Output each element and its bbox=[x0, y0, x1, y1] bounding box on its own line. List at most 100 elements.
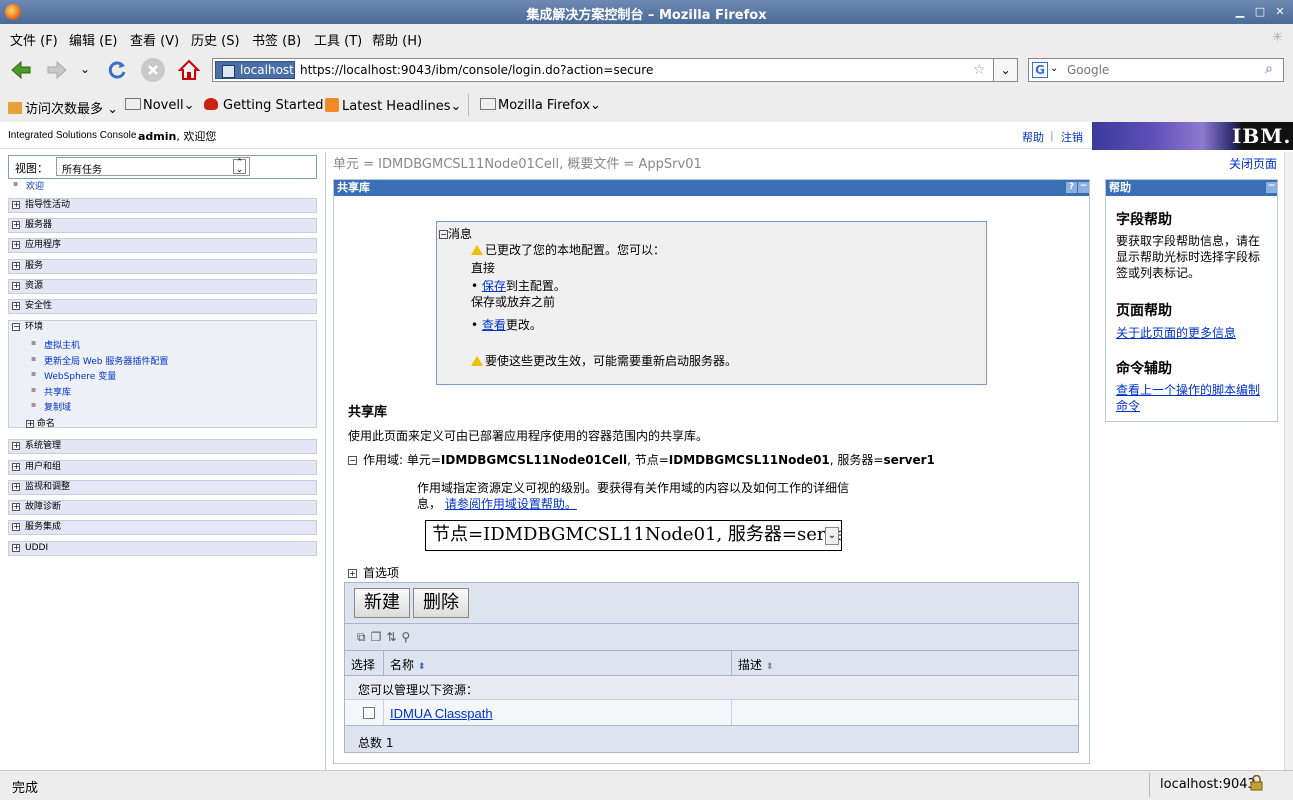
bookmark-most-visited[interactable]: 访问次数最多 ⌄ bbox=[8, 98, 118, 117]
scope-select[interactable]: 节点=IDMDBGMCSL11Node01, 服务器=server1 ⌄ bbox=[425, 520, 842, 551]
menu-bookmarks[interactable]: 书签 (B) bbox=[252, 30, 301, 49]
save-link[interactable]: 保存 bbox=[482, 279, 506, 293]
menu-edit[interactable]: 编辑 (E) bbox=[69, 30, 118, 49]
bookmark-star-icon[interactable]: ☆ bbox=[973, 62, 986, 78]
page-help-link[interactable]: 关于此页面的更多信息 bbox=[1116, 324, 1236, 341]
menu-tools[interactable]: 工具 (T) bbox=[314, 30, 362, 49]
menu-help[interactable]: 帮助 (H) bbox=[372, 30, 422, 49]
bookmark-getting-started[interactable]: Getting Started bbox=[204, 98, 324, 113]
close-icon[interactable]: ✕ bbox=[1274, 6, 1286, 18]
select-all-icon[interactable]: ⧉ bbox=[357, 630, 371, 644]
left-nav: 视图： 所有任务⌃⌄ 欢迎 +指导性活动 +服务器 +应用程序 +服务 +资源 … bbox=[0, 152, 325, 770]
expand-icon: + bbox=[12, 220, 20, 229]
nav-item-guided-activities[interactable]: + 指导性活动 bbox=[8, 198, 317, 213]
nav-welcome[interactable]: 欢迎 bbox=[13, 179, 44, 192]
panel-help-icon[interactable]: ? bbox=[1066, 182, 1077, 193]
engine-dropdown-icon[interactable]: ⌄ bbox=[1050, 63, 1058, 74]
row-name-link[interactable]: IDMUA Classpath bbox=[390, 706, 493, 721]
bookmark-latest-headlines[interactable]: Latest Headlines⌄ bbox=[325, 98, 461, 114]
collection-table: 新建 删除 ⧉❐⇅⚲ 选择 名称 ⬍ 描述 ⬍ 您可以管理以下资源： IDMUA… bbox=[344, 582, 1079, 753]
delete-button[interactable]: 删除 bbox=[413, 588, 469, 618]
minimize-icon[interactable]: ▁ bbox=[1234, 6, 1246, 18]
search-icon[interactable]: ⌕ bbox=[1265, 61, 1273, 77]
new-button[interactable]: 新建 bbox=[354, 588, 410, 618]
nav-item-troubleshooting[interactable]: + 故障诊断 bbox=[8, 500, 317, 515]
nav-item-applications[interactable]: + 应用程序 bbox=[8, 238, 317, 253]
lock-icon[interactable] bbox=[1250, 774, 1263, 791]
back-icon[interactable] bbox=[9, 58, 33, 82]
nav-websphere-variables[interactable]: WebSphere 变量 bbox=[31, 369, 116, 382]
preferences-toggle[interactable]: + 首选项 bbox=[348, 564, 399, 581]
forward-icon[interactable] bbox=[45, 58, 69, 82]
review-link[interactable]: 查看 bbox=[482, 318, 506, 332]
panel-minimize-icon[interactable]: − bbox=[1078, 182, 1089, 193]
status-host[interactable]: localhost:9043 bbox=[1160, 777, 1256, 792]
expand-icon: + bbox=[12, 502, 20, 511]
folder-icon bbox=[125, 98, 141, 110]
url-text[interactable]: https://localhost:9043/ibm/console/login… bbox=[300, 63, 653, 77]
scope-help-link[interactable]: 请参阅作用域设置帮助。 bbox=[445, 497, 577, 511]
expand-icon: + bbox=[12, 462, 20, 471]
header-divider: | bbox=[1050, 129, 1054, 142]
menu-bar: 文件 (F) 编辑 (E) 查看 (V) 历史 (S) 书签 (B) 工具 (T… bbox=[0, 24, 1293, 50]
close-page-link[interactable]: 关闭页面 bbox=[1229, 155, 1277, 172]
google-engine-icon[interactable]: G bbox=[1032, 62, 1048, 78]
help-minimize-icon[interactable]: − bbox=[1266, 182, 1277, 193]
bookmark-mozilla-firefox[interactable]: Mozilla Firefox⌄ bbox=[480, 98, 601, 113]
menu-file[interactable]: 文件 (F) bbox=[10, 30, 58, 49]
deselect-all-icon[interactable]: ❐ bbox=[371, 630, 387, 644]
command-assist-heading: 命令辅助 bbox=[1116, 361, 1172, 377]
reload-icon[interactable] bbox=[105, 58, 129, 82]
stop-icon[interactable] bbox=[141, 58, 165, 82]
ibm-logo: IBM. bbox=[1232, 124, 1292, 148]
row-checkbox[interactable] bbox=[363, 707, 375, 719]
show-filter-icon[interactable]: ⇅ bbox=[386, 630, 401, 644]
nav-item-uddi[interactable]: + UDDI bbox=[8, 541, 317, 556]
nav-virtual-hosts[interactable]: 虚拟主机 bbox=[31, 338, 80, 351]
page-scrollbar[interactable] bbox=[1284, 152, 1293, 770]
col-name[interactable]: 名称 ⬍ bbox=[390, 656, 425, 673]
message-box: −消息 已更改了您的本地配置。您可以： 直接 • 保存到主配置。 保存或放弃之前… bbox=[436, 221, 987, 385]
nav-replication-domains[interactable]: 复制域 bbox=[31, 400, 71, 413]
search-input[interactable] bbox=[1067, 61, 1257, 79]
bookmarks-toolbar: 访问次数最多 ⌄ Novell⌄ Getting Started Latest … bbox=[0, 90, 1293, 122]
expand-icon: + bbox=[12, 441, 20, 450]
maximize-icon[interactable]: □ bbox=[1254, 6, 1266, 18]
col-select: 选择 bbox=[351, 658, 376, 672]
nav-item-service-integration[interactable]: + 服务集成 bbox=[8, 520, 317, 535]
col-description[interactable]: 描述 ⬍ bbox=[738, 656, 773, 673]
page-content: Integrated Solutions Console admin, 欢迎您 … bbox=[0, 122, 1293, 770]
nav-naming[interactable]: + 命名 bbox=[26, 416, 55, 429]
nav-item-servers[interactable]: + 服务器 bbox=[8, 218, 317, 233]
nav-shared-libraries[interactable]: 共享库 bbox=[31, 385, 71, 398]
bookmark-novell[interactable]: Novell⌄ bbox=[125, 98, 195, 113]
clear-filter-icon[interactable]: ⚲ bbox=[401, 630, 415, 644]
nav-item-system-admin[interactable]: + 系统管理 bbox=[8, 439, 317, 454]
nav-item-services[interactable]: + 服务 bbox=[8, 259, 317, 274]
status-bar: 完成 localhost:9043 bbox=[0, 770, 1293, 800]
scope-description: 作用域指定资源定义可视的级别。要获得有关作用域的内容以及如何工作的详细信 bbox=[417, 481, 850, 495]
command-assist-link[interactable]: 查看上一个操作的脚本编制命令 bbox=[1116, 382, 1271, 414]
header-logout-link[interactable]: 注销 bbox=[1061, 129, 1083, 145]
menu-history[interactable]: 历史 (S) bbox=[191, 30, 240, 49]
view-selector[interactable]: 视图： 所有任务 ⌃ ⌄ bbox=[8, 155, 317, 179]
url-dropdown-icon[interactable]: ⌄ bbox=[993, 58, 1018, 82]
view-dropdown[interactable]: 所有任务 ⌃ ⌄ bbox=[56, 157, 250, 176]
search-box[interactable]: G ⌄ ⌕ bbox=[1028, 58, 1284, 82]
expand-icon: + bbox=[12, 240, 20, 249]
ibm-banner: IBM. bbox=[1092, 122, 1293, 150]
collapse-icon[interactable]: − bbox=[348, 456, 357, 465]
nav-item-users-groups[interactable]: + 用户和组 bbox=[8, 460, 317, 475]
message-title[interactable]: −消息 bbox=[439, 225, 472, 242]
menu-view[interactable]: 查看 (V) bbox=[130, 30, 179, 49]
table-row: IDMUA Classpath bbox=[345, 699, 1078, 726]
url-bar[interactable]: localhost https://localhost:9043/ibm/con… bbox=[212, 58, 994, 82]
header-help-link[interactable]: 帮助 bbox=[1022, 129, 1044, 145]
nav-item-monitoring[interactable]: + 监视和调整 bbox=[8, 480, 317, 495]
home-icon[interactable] bbox=[177, 58, 201, 82]
nav-item-security[interactable]: + 安全性 bbox=[8, 299, 317, 314]
history-dropdown-icon[interactable]: ⌄ bbox=[80, 62, 90, 76]
nav-item-resources[interactable]: + 资源 bbox=[8, 279, 317, 294]
site-identity-button[interactable]: localhost bbox=[215, 61, 295, 79]
nav-update-plugin[interactable]: 更新全局 Web 服务器插件配置 bbox=[31, 354, 168, 367]
